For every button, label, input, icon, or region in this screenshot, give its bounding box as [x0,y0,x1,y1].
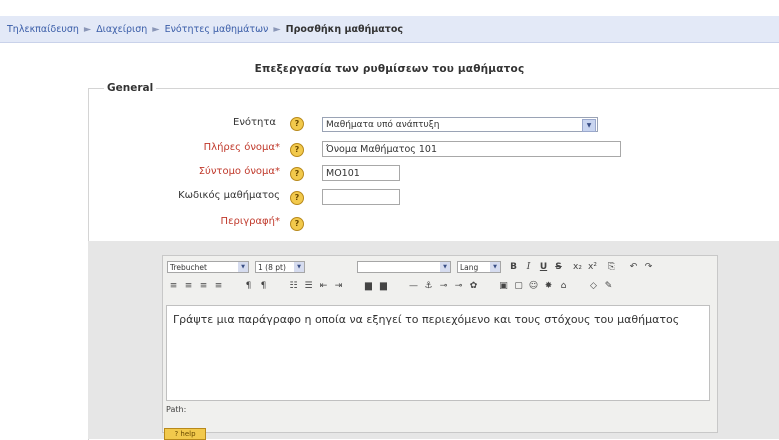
undo-button[interactable]: ↶ [627,261,640,273]
summary-label: Περιγραφή* [80,216,280,227]
unlink-button[interactable]: ⊸ [452,280,465,292]
breadcrumb-link-categories[interactable]: Ενότητες μαθημάτων [165,24,269,35]
redo-button[interactable]: ↷ [642,261,655,273]
font-size-value: 1 (8 pt) [258,263,286,272]
clean-word-button[interactable]: ⎘ [605,261,618,273]
summary-label-text: Περιγραφή [220,216,275,227]
fullname-input[interactable]: Όνομα Μαθήματος 101 [322,141,621,157]
font-family-value: Trebuchet [170,263,207,272]
help-icon[interactable]: ? [290,217,304,231]
bold-button[interactable]: B [507,261,520,273]
help-icon[interactable]: ? [290,117,304,131]
strikethrough-button[interactable]: S [552,261,565,273]
insert-table-button[interactable]: ▢ [512,280,525,292]
chevron-down-icon[interactable]: ▼ [582,119,596,132]
unordered-list-button[interactable]: ☰ [302,280,315,292]
spellcheck-button[interactable]: ✎ [602,280,615,292]
language-value: Lang [460,263,479,272]
justify-right-button[interactable]: ≡ [197,280,210,292]
justify-full-button[interactable]: ≡ [212,280,225,292]
help-icon[interactable]: ? [290,167,304,181]
fullname-label: Πλήρες όνομα* [80,142,280,153]
special-char-button[interactable]: ✸ [542,280,555,292]
required-marker: * [275,216,280,227]
page-title: Επεξεργασία των ρυθμίσεων του μαθήματος [254,63,525,75]
chevron-down-icon[interactable]: ▼ [294,262,304,272]
smiley-button[interactable]: ☺ [527,280,540,292]
fieldset-legend: General [104,82,157,94]
ordered-list-button[interactable]: ☷ [287,280,300,292]
insert-image-button[interactable]: ▣ [497,280,510,292]
breadcrumb: Τηλεκπαίδευση ► Διαχείριση ► Ενότητες μαθημά… [7,24,403,35]
ltr-button[interactable]: ¶ [242,280,255,292]
anchor-button[interactable]: ⚓ [422,280,435,292]
category-label-text: Ενότητα [233,117,276,128]
category-label: Ενότητα [76,117,276,128]
category-select-value: Μαθήματα υπό ανάπτυξη [326,120,440,130]
underline-button[interactable]: U [537,261,550,273]
shortname-label: Σύντομο όνομα* [80,166,280,177]
horizontal-rule-button[interactable]: — [407,280,420,292]
html-editor: Trebuchet ▼ 1 (8 pt) ▼ ▼ Lang ▼ B I U S x₂ … [162,255,718,433]
search-replace-button[interactable]: ⌂ [557,280,570,292]
outdent-button[interactable]: ⇤ [317,280,330,292]
idnumber-input[interactable] [322,189,400,205]
fullname-label-text: Πλήρες όνομα [203,142,275,153]
help-icon[interactable]: ? [290,191,304,205]
category-select[interactable]: Μαθήματα υπό ανάπτυξη ▼ [322,117,598,132]
help-icon[interactable]: ? [290,143,304,157]
editor-path-bar: Path: [166,405,187,414]
chevron-down-icon[interactable]: ▼ [440,262,450,272]
shortname-input[interactable]: ΜΟ101 [322,165,400,181]
subscript-button[interactable]: x₂ [571,261,584,273]
idnumber-label: Κωδικός μαθήματος [80,190,280,201]
editor-content-area[interactable]: Γράψτε μια παράγραφο η οποία να εξηγεί τ… [166,305,710,401]
required-marker: * [275,142,280,153]
rtl-button[interactable]: ¶ [257,280,270,292]
breadcrumb-separator: ► [152,24,160,35]
justify-left-button[interactable]: ≡ [167,280,180,292]
background-color-button[interactable]: ▆ [377,280,390,292]
html-source-button[interactable]: ◇ [587,280,600,292]
shortname-label-text: Σύντομο όνομα [198,166,275,177]
chevron-down-icon[interactable]: ▼ [490,262,500,272]
font-size-select[interactable]: 1 (8 pt) ▼ [255,261,305,273]
help-badge[interactable]: ? help [164,428,206,440]
format-select[interactable]: ▼ [357,261,451,273]
breadcrumb-link-admin[interactable]: Διαχείριση [96,24,147,35]
justify-center-button[interactable]: ≡ [182,280,195,292]
italic-button[interactable]: I [522,261,535,273]
font-family-select[interactable]: Trebuchet ▼ [167,261,249,273]
breadcrumb-current: Προσθήκη μαθήματος [285,24,404,35]
link-button[interactable]: ⊸ [437,280,450,292]
nolink-button[interactable]: ✿ [467,280,480,292]
breadcrumb-link-home[interactable]: Τηλεκπαίδευση [7,24,79,35]
breadcrumb-separator: ► [83,24,92,35]
idnumber-label-text: Κωδικός μαθήματος [178,190,280,201]
chevron-down-icon[interactable]: ▼ [238,262,248,272]
required-marker: * [275,166,280,177]
text-color-button[interactable]: ▆ [362,280,375,292]
breadcrumb-bar: Τηλεκπαίδευση ► Διαχείριση ► Ενότητες μαθημά… [0,16,779,43]
indent-button[interactable]: ⇥ [332,280,345,292]
breadcrumb-separator: ► [273,24,281,35]
superscript-button[interactable]: x² [586,261,599,273]
language-select[interactable]: Lang ▼ [457,261,501,273]
